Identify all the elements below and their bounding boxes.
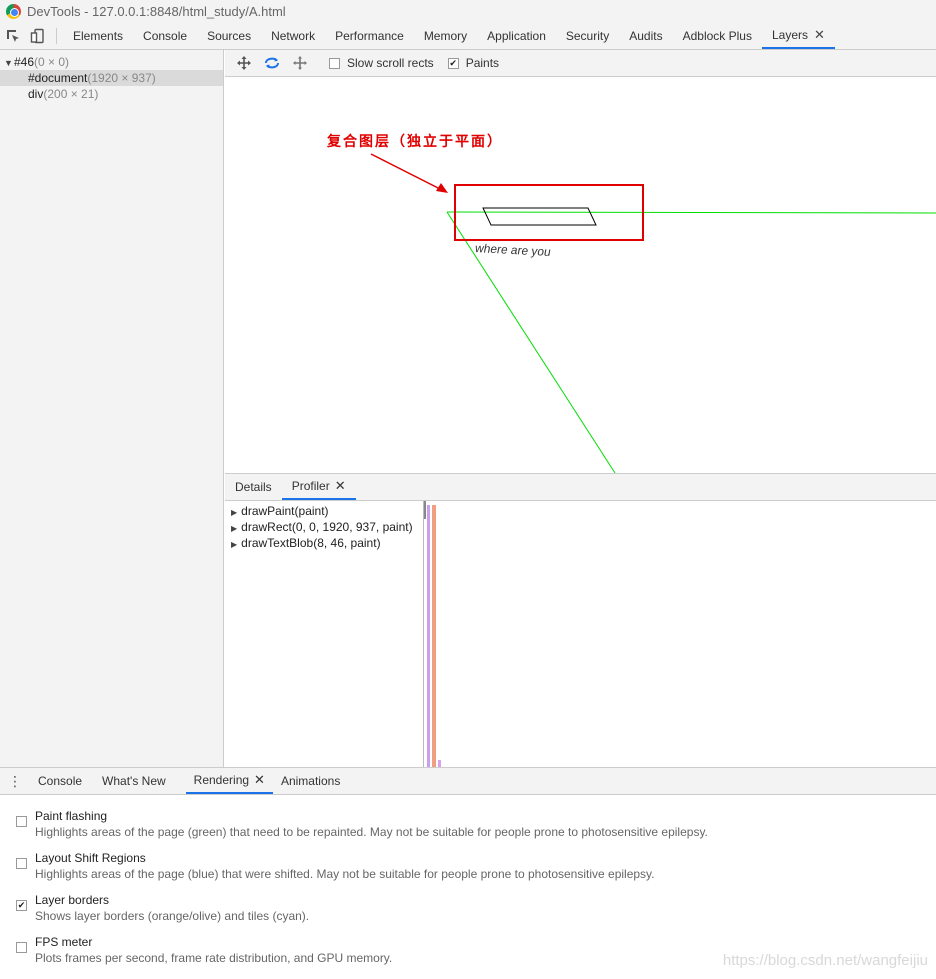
close-tab-profiler-icon[interactable]: ✕ bbox=[335, 478, 346, 494]
document-layer-top-edge bbox=[446, 211, 936, 214]
layout-shift-regions-checkbox[interactable] bbox=[16, 858, 27, 869]
drawer-tabbar: ⋮ Console What's New Rendering ✕ Animati… bbox=[0, 767, 936, 795]
chrome-logo-icon bbox=[6, 4, 21, 19]
layer-borders-checkbox[interactable]: ✔ bbox=[16, 900, 27, 911]
layer-tree-item-div[interactable]: div(200 × 21) bbox=[0, 86, 223, 102]
layer-tree-item-document[interactable]: #document(1920 × 937) bbox=[0, 70, 223, 86]
layers-toolbar: Slow scroll rects ✔ Paints bbox=[225, 50, 936, 77]
device-toolbar-icon[interactable] bbox=[25, 23, 50, 49]
expand-triangle-icon[interactable]: ▶ bbox=[231, 508, 237, 517]
timeline-divider bbox=[423, 501, 424, 767]
div-layer-outline bbox=[482, 207, 597, 226]
slow-scroll-rects-checkbox[interactable] bbox=[329, 57, 340, 69]
paint-command-item[interactable]: ▶ drawTextBlob(8, 46, paint) bbox=[225, 535, 425, 551]
tab-separator bbox=[56, 28, 57, 44]
drawer-tab-console[interactable]: Console bbox=[30, 768, 90, 794]
fps-meter-checkbox[interactable] bbox=[16, 942, 27, 953]
paints-option[interactable]: ✔ Paints bbox=[447, 56, 499, 70]
expand-triangle-icon[interactable]: ▶ bbox=[231, 524, 237, 533]
watermark: https://blog.csdn.net/wangfeijiu bbox=[722, 952, 928, 969]
drawer-tab-animations[interactable]: Animations bbox=[273, 768, 348, 794]
tab-application[interactable]: Application bbox=[477, 23, 556, 49]
layer-tree-item-root[interactable]: ▼#46(0 × 0) bbox=[0, 54, 223, 70]
inspect-element-icon[interactable] bbox=[0, 23, 25, 49]
tab-profiler[interactable]: Profiler ✕ bbox=[281, 474, 356, 500]
rendering-panel: Paint flashing Highlights areas of the p… bbox=[0, 795, 936, 979]
tab-memory[interactable]: Memory bbox=[414, 23, 477, 49]
drawer-tab-whats-new[interactable]: What's New bbox=[94, 768, 174, 794]
tab-network[interactable]: Network bbox=[261, 23, 325, 49]
reset-transform-icon[interactable] bbox=[289, 53, 311, 73]
paint-flashing-checkbox[interactable] bbox=[16, 816, 27, 827]
rendering-option-layout-shift-regions[interactable]: Layout Shift Regions Highlights areas of… bbox=[0, 850, 936, 892]
details-profiler-tabbar: Details Profiler ✕ bbox=[225, 473, 936, 501]
profiler-panel: ▶ drawPaint(paint) ▶ drawRect(0, 0, 1920, … bbox=[225, 501, 936, 767]
tab-security[interactable]: Security bbox=[556, 23, 619, 49]
paint-bar bbox=[438, 760, 441, 767]
window-title: DevTools - 127.0.0.1:8848/html_study/A.h… bbox=[27, 4, 286, 19]
layers-3d-view[interactable]: 复合图层（独立于平面） where are you bbox=[225, 77, 936, 473]
tab-elements[interactable]: Elements bbox=[63, 23, 133, 49]
paint-command-item[interactable]: ▶ drawRect(0, 0, 1920, 937, paint) bbox=[225, 519, 425, 535]
tab-layers[interactable]: Layers ✕ bbox=[761, 23, 835, 49]
tab-audits[interactable]: Audits bbox=[619, 23, 672, 49]
drawer-menu-icon[interactable]: ⋮ bbox=[0, 768, 30, 794]
rendering-option-paint-flashing[interactable]: Paint flashing Highlights areas of the p… bbox=[0, 808, 936, 850]
rotate-mode-icon[interactable] bbox=[261, 53, 283, 73]
paint-bar bbox=[427, 505, 430, 767]
tab-sources[interactable]: Sources bbox=[197, 23, 261, 49]
tab-performance[interactable]: Performance bbox=[325, 23, 414, 49]
paint-timing-chart[interactable] bbox=[423, 501, 453, 767]
expand-triangle-icon[interactable]: ▶ bbox=[231, 540, 237, 549]
window-titlebar: DevTools - 127.0.0.1:8848/html_study/A.h… bbox=[0, 0, 936, 23]
annotation-arrow-line bbox=[370, 153, 445, 192]
slow-scroll-rects-option[interactable]: Slow scroll rects bbox=[329, 56, 434, 70]
tab-adblock-plus[interactable]: Adblock Plus bbox=[673, 23, 762, 49]
expand-triangle-icon[interactable]: ▼ bbox=[4, 55, 14, 71]
close-tab-layers-icon[interactable]: ✕ bbox=[814, 27, 825, 43]
paints-checkbox[interactable]: ✔ bbox=[447, 57, 459, 69]
rendering-option-layer-borders[interactable]: ✔ Layer borders Shows layer borders (ora… bbox=[0, 892, 936, 934]
paint-command-item[interactable]: ▶ drawPaint(paint) bbox=[225, 503, 425, 519]
main-tabbar: Elements Console Sources Network Perform… bbox=[0, 23, 936, 50]
tab-details[interactable]: Details bbox=[225, 474, 282, 500]
drawer-tab-rendering[interactable]: Rendering ✕ bbox=[185, 768, 273, 794]
layer-tree: ▼#46(0 × 0) #document(1920 × 937) div(20… bbox=[0, 50, 224, 767]
paint-bar bbox=[432, 505, 436, 767]
tab-console[interactable]: Console bbox=[133, 23, 197, 49]
close-tab-rendering-icon[interactable]: ✕ bbox=[254, 772, 265, 788]
composite-layer-annotation: 复合图层（独立于平面） bbox=[327, 134, 503, 150]
paint-command-list: ▶ drawPaint(paint) ▶ drawRect(0, 0, 1920, … bbox=[225, 503, 425, 551]
pan-mode-icon[interactable] bbox=[233, 53, 255, 73]
